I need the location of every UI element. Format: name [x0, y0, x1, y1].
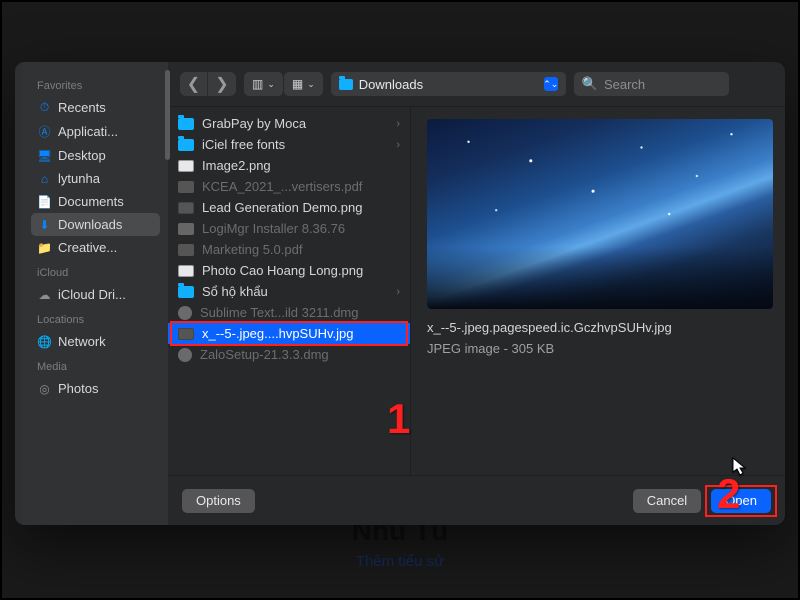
- file-row[interactable]: LogiMgr Installer 8.36.76: [168, 218, 410, 239]
- sidebar-item-desktop[interactable]: 🖥 Desktop: [31, 144, 160, 167]
- folder-icon: [178, 139, 194, 151]
- file-list[interactable]: GrabPay by Moca › iCiel free fonts › Image2.…: [168, 107, 411, 475]
- sidebar-item-label: Photos: [58, 381, 98, 396]
- sidebar-section-header: iCloud: [37, 267, 160, 279]
- down-icon: ⬇: [37, 218, 52, 232]
- image-icon: [178, 265, 194, 277]
- sidebar-item-documents[interactable]: 📄 Documents: [31, 190, 160, 213]
- image-icon: [178, 160, 194, 172]
- chevron-updown-icon: ⌃⌄: [544, 77, 558, 91]
- location-popup[interactable]: Downloads ⌃⌄: [331, 72, 566, 96]
- file-name: Photo Cao Hoang Long.png: [202, 263, 400, 278]
- search-placeholder: Search: [604, 77, 645, 92]
- dialog-footer: Options Cancel Open: [168, 475, 785, 525]
- file-row[interactable]: Photo Cao Hoang Long.png: [168, 260, 410, 281]
- options-button[interactable]: Options: [182, 489, 255, 513]
- file-row[interactable]: ZaloSetup-21.3.3.dmg: [168, 344, 410, 365]
- file-row[interactable]: KCEA_2021_...vertisers.pdf: [168, 176, 410, 197]
- app-icon: Ⓐ: [37, 123, 52, 140]
- sidebar-item-label: Documents: [58, 194, 124, 209]
- chevron-right-icon: ›: [396, 118, 400, 130]
- sidebar-scrollbar[interactable]: [165, 70, 170, 160]
- file-name: Lead Generation Demo.png: [202, 200, 400, 215]
- chevron-right-icon: ›: [396, 139, 400, 151]
- file-row[interactable]: GrabPay by Moca ›: [168, 113, 410, 134]
- folder-icon: [339, 79, 353, 90]
- sidebar-section-header: Media: [37, 361, 160, 373]
- file-row[interactable]: x_--5-.jpeg....hvpSUHv.jpg: [168, 323, 410, 344]
- file-name: iCiel free fonts: [202, 137, 388, 152]
- sidebar-item-label: Recents: [58, 100, 106, 115]
- nav-back-button[interactable]: ❮: [180, 72, 208, 96]
- sidebar-item-label: Network: [58, 334, 106, 349]
- folder-icon: 📁: [37, 241, 52, 255]
- desktop-icon: 🖥: [37, 149, 52, 163]
- sidebar-item-applicati-[interactable]: Ⓐ Applicati...: [31, 119, 160, 144]
- group-by-button[interactable]: ▦ ⌄: [284, 72, 323, 96]
- sidebar-item-photos[interactable]: ◎ Photos: [31, 377, 160, 400]
- file-name: Sublime Text...ild 3211.dmg: [200, 305, 400, 320]
- image-icon: [178, 202, 194, 214]
- file-name: LogiMgr Installer 8.36.76: [202, 221, 400, 236]
- sidebar-item-label: Downloads: [58, 217, 122, 232]
- preview-meta: JPEG image - 305 KB: [427, 341, 773, 356]
- photos-icon: ◎: [37, 382, 52, 396]
- sidebar: Favorites ⏱ Recents Ⓐ Applicati... 🖥 Desktop ⌂ l…: [23, 62, 168, 525]
- file-row[interactable]: Marketing 5.0.pdf: [168, 239, 410, 260]
- disk-icon: [178, 306, 192, 320]
- sidebar-item-lytunha[interactable]: ⌂ lytunha: [31, 167, 160, 190]
- file-row[interactable]: Lead Generation Demo.png: [168, 197, 410, 218]
- folder-icon: [178, 118, 194, 130]
- toolbar: ❮ ❯ ▥ ⌄ ▦ ⌄ Downloads ⌃⌄ 🔍 Search: [168, 62, 785, 106]
- file-icon: [178, 223, 194, 235]
- file-row[interactable]: iCiel free fonts ›: [168, 134, 410, 155]
- chevron-right-icon: ›: [396, 286, 400, 298]
- file-row[interactable]: Sublime Text...ild 3211.dmg: [168, 302, 410, 323]
- file-row[interactable]: Image2.png: [168, 155, 410, 176]
- sidebar-item-label: Desktop: [58, 148, 106, 163]
- file-icon: [178, 181, 194, 193]
- callout-1: 1: [387, 395, 410, 443]
- sidebar-item-label: iCloud Dri...: [58, 287, 126, 302]
- clock-icon: ⏱: [37, 100, 52, 115]
- file-name: Marketing 5.0.pdf: [202, 242, 400, 257]
- sidebar-item-network[interactable]: 🌐 Network: [31, 330, 160, 353]
- cursor-icon: [732, 457, 748, 477]
- cancel-button[interactable]: Cancel: [633, 489, 701, 513]
- location-label: Downloads: [359, 77, 423, 92]
- house-icon: ⌂: [37, 172, 52, 186]
- preview-image: [427, 119, 773, 309]
- open-file-dialog: Favorites ⏱ Recents Ⓐ Applicati... 🖥 Desktop ⌂ l…: [15, 62, 785, 525]
- preview-filename: x_--5-.jpeg.pagespeed.ic.GczhvpSUHv.jpg: [427, 319, 773, 337]
- search-icon: 🔍: [582, 76, 598, 92]
- globe-icon: 🌐: [37, 335, 52, 349]
- sidebar-item-creative-[interactable]: 📁 Creative...: [31, 236, 160, 259]
- view-columns-button[interactable]: ▥ ⌄: [244, 72, 283, 96]
- file-name: GrabPay by Moca: [202, 116, 388, 131]
- file-name: x_--5-.jpeg....hvpSUHv.jpg: [202, 326, 400, 341]
- file-name: Image2.png: [202, 158, 400, 173]
- file-icon: [178, 244, 194, 256]
- cloud-icon: ☁: [37, 288, 52, 302]
- disk-icon: [178, 348, 192, 362]
- sidebar-item-label: Creative...: [58, 240, 117, 255]
- preview-pane: x_--5-.jpeg.pagespeed.ic.GczhvpSUHv.jpg …: [411, 107, 785, 475]
- file-row[interactable]: Sổ hộ khẩu ›: [168, 281, 410, 302]
- sidebar-item-recents[interactable]: ⏱ Recents: [31, 96, 160, 119]
- nav-forward-button[interactable]: ❯: [208, 72, 236, 96]
- doc-icon: 📄: [37, 195, 52, 209]
- image-icon: [178, 328, 194, 340]
- search-field[interactable]: 🔍 Search: [574, 72, 729, 96]
- sidebar-item-label: Applicati...: [58, 124, 118, 139]
- callout-2: 2: [717, 470, 740, 518]
- folder-icon: [178, 286, 194, 298]
- sidebar-item-label: lytunha: [58, 171, 100, 186]
- file-name: Sổ hộ khẩu: [202, 284, 388, 299]
- sidebar-item-downloads[interactable]: ⬇ Downloads: [31, 213, 160, 236]
- sidebar-section-header: Favorites: [37, 80, 160, 92]
- file-name: KCEA_2021_...vertisers.pdf: [202, 179, 400, 194]
- sidebar-item-icloud-dri-[interactable]: ☁ iCloud Dri...: [31, 283, 160, 306]
- sidebar-section-header: Locations: [37, 314, 160, 326]
- file-name: ZaloSetup-21.3.3.dmg: [200, 347, 400, 362]
